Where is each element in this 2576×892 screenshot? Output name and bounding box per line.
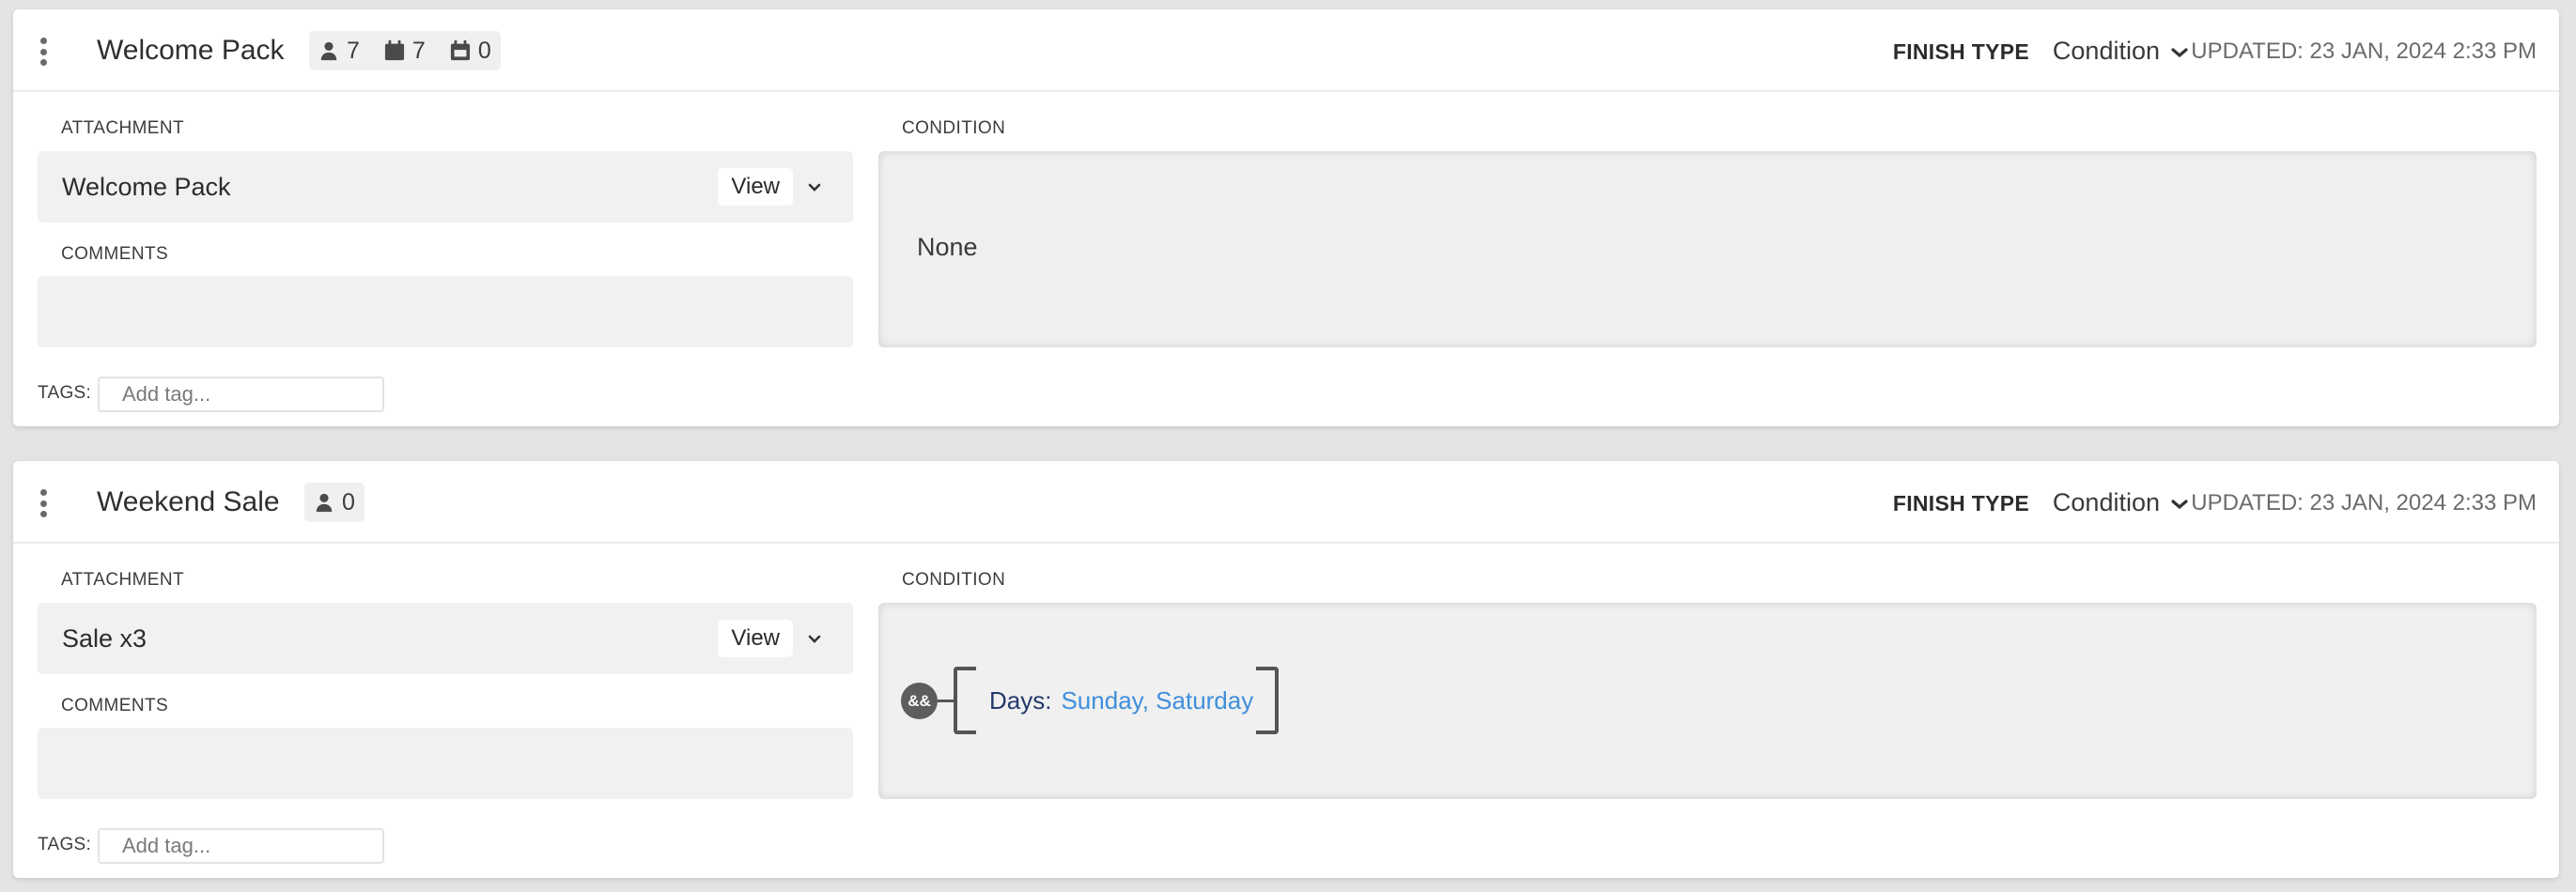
users-stat: 0 (314, 489, 355, 516)
tag-input[interactable] (98, 377, 384, 412)
tags-label: TAGS: (38, 835, 92, 854)
calendar-count: 7 (411, 37, 426, 64)
comments-label: COMMENTS (61, 244, 169, 264)
condition-none-text: None (917, 233, 978, 261)
person-icon (316, 493, 333, 513)
condition-label: CONDITION (902, 570, 1006, 590)
finish-type-value: Condition (2052, 488, 2160, 516)
campaign-card: Welcome Pack 7 7 0 FINISH TYPE Condition… (13, 9, 2559, 426)
tag-input[interactable] (98, 828, 384, 864)
stats-badges: 7 7 0 (309, 31, 501, 70)
person-icon (320, 41, 337, 61)
chevron-down-icon[interactable] (808, 634, 821, 644)
view-button[interactable]: View (718, 620, 793, 657)
campaign-card: Weekend Sale 0 FINISH TYPE Condition UPD… (13, 461, 2559, 878)
finish-type-label: FINISH TYPE (1892, 491, 2029, 515)
tags-label: TAGS: (38, 383, 92, 403)
chevron-down-icon (2171, 500, 2188, 510)
drag-handle-icon[interactable] (38, 38, 49, 66)
users-count: 0 (342, 488, 355, 515)
attachment-field[interactable]: Sale x3 View (38, 603, 853, 674)
comments-input[interactable] (38, 728, 853, 799)
users-count: 7 (347, 37, 360, 64)
chevron-down-icon[interactable] (808, 182, 821, 192)
calendar-stat: 7 (384, 38, 426, 65)
group-bracket-right (1256, 667, 1279, 734)
comments-label: COMMENTS (61, 696, 169, 715)
finish-type-value: Condition (2052, 37, 2160, 65)
finish-type-label: FINISH TYPE (1892, 39, 2029, 64)
updated-timestamp: UPDATED: 23 JAN, 2024 2:33 PM (2191, 38, 2537, 64)
drag-handle-icon[interactable] (38, 489, 49, 517)
and-operator-node[interactable]: && (901, 683, 938, 719)
finish-type-select[interactable]: Condition (2053, 32, 2188, 69)
finish-type-select[interactable]: Condition (2053, 484, 2188, 521)
condition-label: CONDITION (902, 118, 1006, 138)
attachment-field[interactable]: Welcome Pack View (38, 151, 853, 223)
scheduled-stat: 0 (450, 38, 491, 65)
view-button[interactable]: View (718, 168, 793, 206)
rule-value: Sunday, Saturday (1061, 686, 1254, 715)
updated-timestamp: UPDATED: 23 JAN, 2024 2:33 PM (2191, 490, 2537, 515)
condition-box[interactable]: && Days: Sunday, Saturday (878, 603, 2537, 799)
attachment-label: ATTACHMENT (61, 118, 185, 138)
attachment-label: ATTACHMENT (61, 570, 185, 590)
card-header: Weekend Sale 0 FINISH TYPE Condition UPD… (13, 461, 2559, 544)
card-header: Welcome Pack 7 7 0 FINISH TYPE Condition… (13, 9, 2559, 92)
group-bracket-left (954, 667, 976, 734)
condition-box[interactable]: None (878, 151, 2537, 347)
chevron-down-icon (2171, 48, 2188, 58)
scheduled-count: 0 (477, 37, 491, 64)
comments-input[interactable] (38, 276, 853, 347)
attachment-name: Sale x3 (62, 624, 147, 653)
stats-badges: 0 (304, 483, 365, 522)
connector-line (938, 700, 954, 702)
calendar-icon (384, 40, 404, 61)
rule-key: Days: (989, 686, 1052, 715)
calendar-check-icon (450, 40, 470, 61)
condition-rule[interactable]: Days: Sunday, Saturday (989, 684, 1253, 717)
card-title: Weekend Sale (97, 486, 280, 517)
attachment-name: Welcome Pack (62, 173, 231, 201)
users-stat: 7 (318, 38, 360, 65)
card-title: Welcome Pack (97, 35, 285, 66)
